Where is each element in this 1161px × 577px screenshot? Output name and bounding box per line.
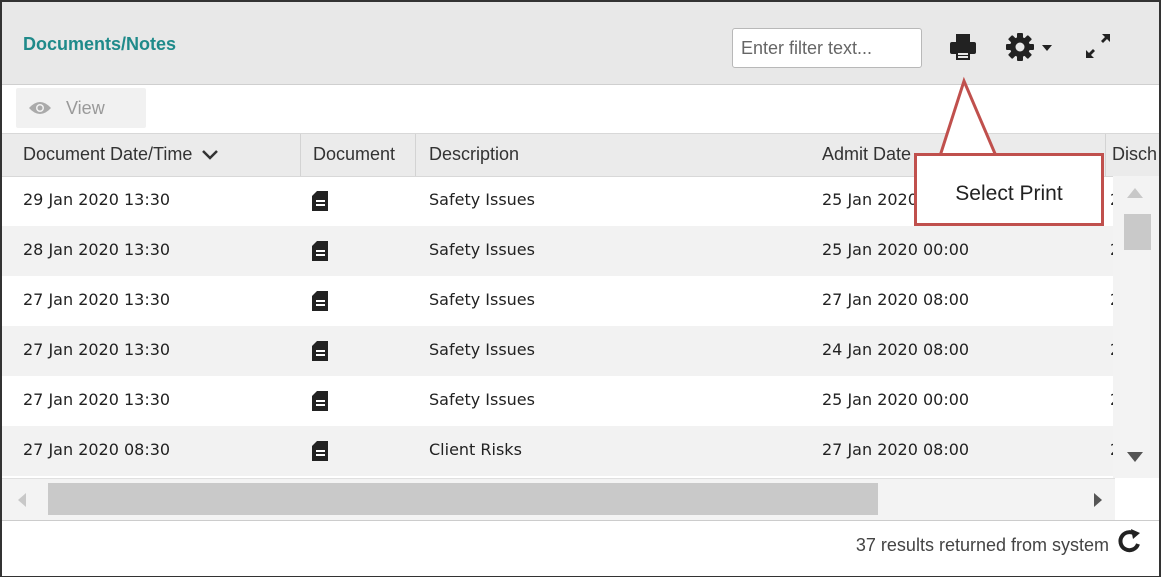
scroll-right-arrow-icon[interactable]	[1094, 493, 1102, 507]
column-header-date-label: Document Date/Time	[23, 144, 193, 164]
column-header-discharge[interactable]: Disch	[1112, 144, 1157, 165]
column-header-document[interactable]: Document	[313, 144, 395, 165]
document-icon[interactable]	[311, 190, 329, 212]
cell-description: Safety Issues	[429, 340, 535, 359]
view-button-label: View	[66, 97, 105, 118]
eye-icon	[29, 102, 51, 114]
chevron-down-icon	[202, 150, 219, 161]
table-row[interactable]: 27 Jan 2020 13:30 Safety Issues 25 Jan 2…	[2, 376, 1120, 426]
caret-down-icon[interactable]	[1042, 45, 1052, 51]
cell-date: 27 Jan 2020 08:30	[23, 440, 171, 459]
cell-date: 27 Jan 2020 13:30	[23, 390, 171, 409]
column-divider	[1105, 134, 1106, 176]
cell-admit-date: 27 Jan 2020 08:00	[822, 440, 970, 459]
callout-text: Select Print	[955, 181, 1063, 205]
document-icon[interactable]	[311, 290, 329, 312]
vertical-scroll-thumb[interactable]	[1124, 214, 1151, 250]
table-row[interactable]: 28 Jan 2020 13:30 Safety Issues 25 Jan 2…	[2, 226, 1120, 276]
cell-description: Safety Issues	[429, 390, 535, 409]
document-icon[interactable]	[311, 340, 329, 362]
column-header-admit-date[interactable]: Admit Date	[822, 144, 911, 165]
refresh-icon[interactable]	[1116, 527, 1142, 557]
cell-date: 27 Jan 2020 13:30	[23, 290, 171, 309]
view-button[interactable]: View	[16, 88, 146, 128]
cell-admit-date: 25 Jan 2020 00:00	[822, 390, 970, 409]
cell-description: Safety Issues	[429, 290, 535, 309]
cell-description: Safety Issues	[429, 190, 535, 209]
document-icon[interactable]	[311, 440, 329, 462]
column-header-description[interactable]: Description	[429, 144, 519, 165]
cell-date: 29 Jan 2020 13:30	[23, 190, 171, 209]
horizontal-scroll-thumb[interactable]	[48, 483, 878, 515]
cell-admit-date: 24 Jan 2020 08:00	[822, 340, 970, 359]
expand-icon[interactable]	[1082, 30, 1114, 62]
printer-icon[interactable]	[948, 32, 978, 62]
panel-footer: 37 results returned from system	[2, 520, 1159, 576]
gear-icon[interactable]	[1005, 32, 1035, 62]
scroll-down-arrow-icon[interactable]	[1127, 452, 1143, 462]
document-icon[interactable]	[311, 240, 329, 262]
horizontal-scrollbar[interactable]	[2, 478, 1115, 521]
cell-admit-date: 25 Jan 2020 00:00	[822, 240, 970, 259]
panel-title: Documents/Notes	[23, 34, 177, 54]
table-row[interactable]: 27 Jan 2020 13:30 Safety Issues 27 Jan 2…	[2, 276, 1120, 326]
cell-description: Client Risks	[429, 440, 522, 459]
cell-date: 28 Jan 2020 13:30	[23, 240, 171, 259]
results-status-text: 37 results returned from system	[855, 535, 1109, 555]
vertical-scrollbar[interactable]	[1113, 176, 1159, 478]
column-divider	[300, 134, 301, 176]
filter-input[interactable]	[732, 28, 922, 68]
scroll-left-arrow-icon[interactable]	[18, 493, 26, 507]
document-icon[interactable]	[311, 390, 329, 412]
cell-date: 27 Jan 2020 13:30	[23, 340, 171, 359]
callout-pointer	[938, 76, 998, 157]
scroll-up-arrow-icon[interactable]	[1127, 188, 1143, 198]
column-header-date[interactable]: Document Date/Time	[23, 144, 219, 165]
table-row[interactable]: 27 Jan 2020 13:30 Safety Issues 24 Jan 2…	[2, 326, 1120, 376]
cell-description: Safety Issues	[429, 240, 535, 259]
select-print-callout: Select Print	[914, 153, 1104, 226]
cell-admit-date: 27 Jan 2020 08:00	[822, 290, 970, 309]
column-divider	[415, 134, 416, 176]
panel-header: Documents/Notes	[2, 2, 1159, 85]
scrollbar-corner	[1115, 478, 1159, 520]
table-row[interactable]: 27 Jan 2020 08:30 Client Risks 27 Jan 20…	[2, 426, 1120, 476]
